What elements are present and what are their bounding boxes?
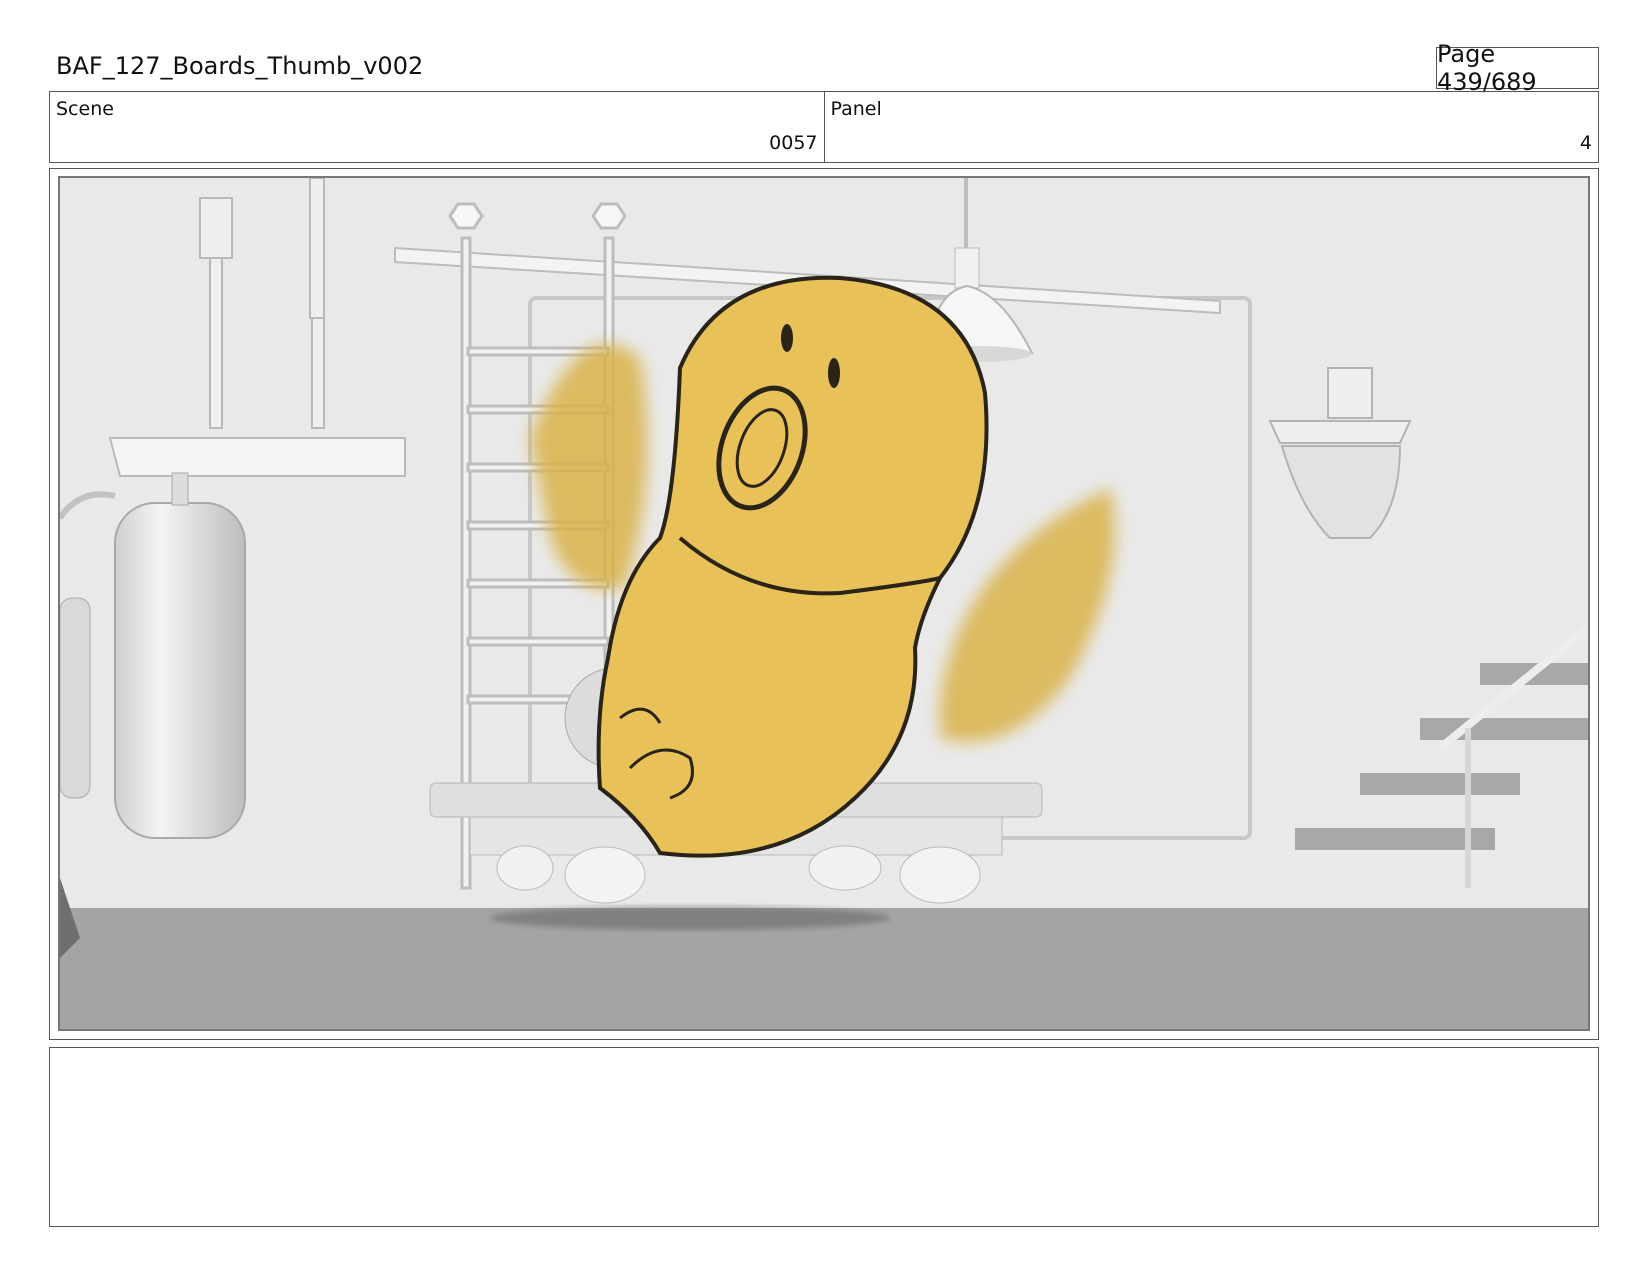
panel-label: Panel <box>830 98 882 120</box>
scene-cell: Scene 0057 <box>50 92 824 162</box>
scene-value: 0057 <box>769 132 818 154</box>
notes-box <box>49 1047 1599 1227</box>
storyboard-frame <box>58 176 1590 1031</box>
document-title: BAF_127_Boards_Thumb_v002 <box>56 52 424 80</box>
panel-value: 4 <box>1579 132 1592 154</box>
scene-label: Scene <box>56 98 114 120</box>
storyboard-illustration <box>60 178 1588 1029</box>
panel-cell: Panel 4 <box>823 92 1599 162</box>
page-label: Page 439/689 <box>1437 40 1537 96</box>
character-shadow <box>490 906 890 930</box>
page-indicator: Page 439/689 <box>1436 40 1599 96</box>
scene-panel-info: Scene 0057 Panel 4 <box>49 91 1599 163</box>
